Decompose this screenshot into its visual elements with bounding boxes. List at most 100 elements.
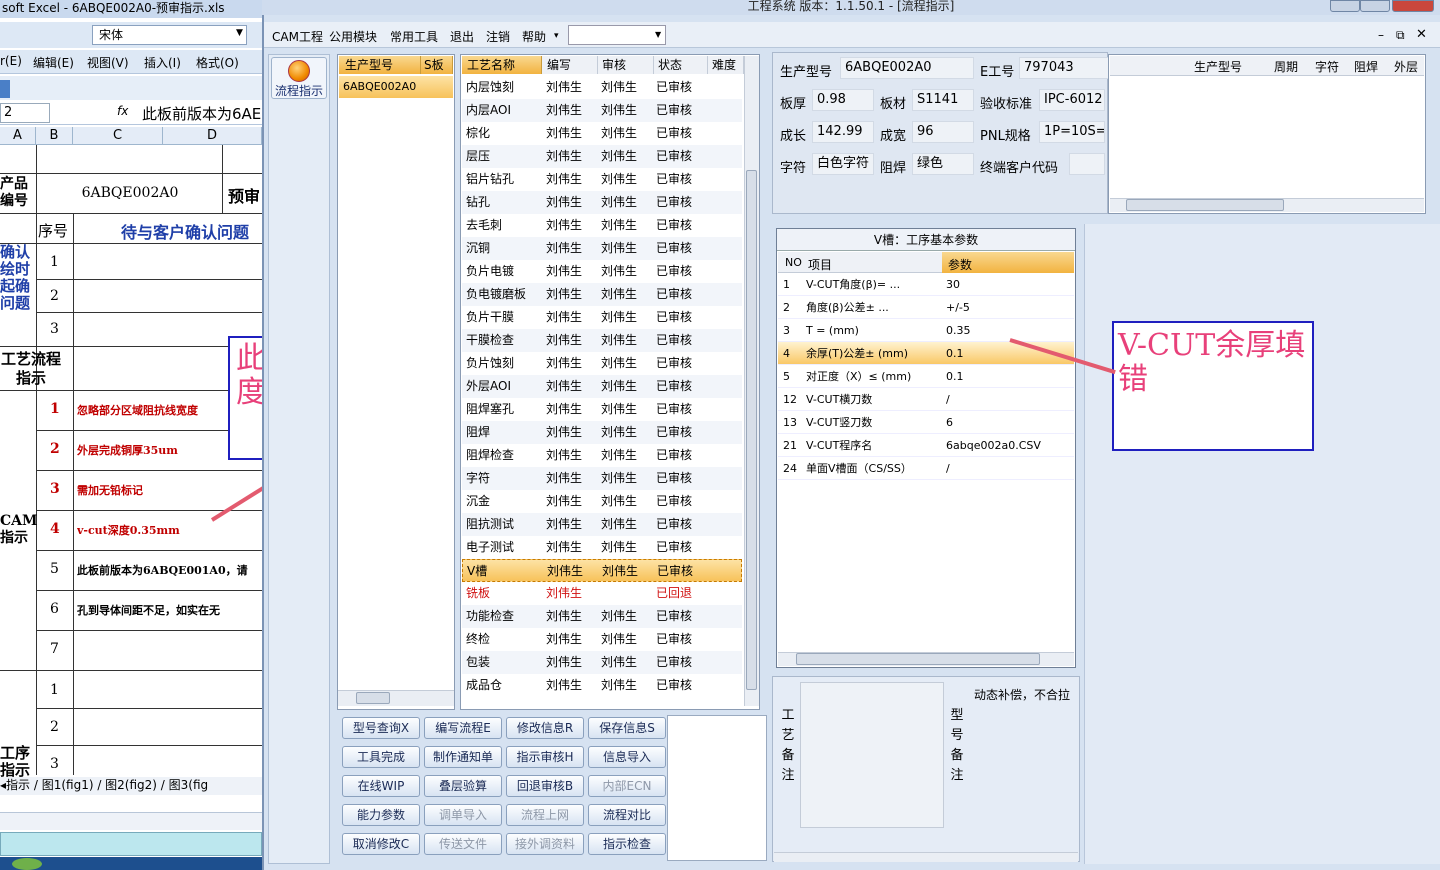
menu-tools[interactable]: 常用工具 (390, 28, 438, 45)
name-box[interactable]: 2 (0, 103, 50, 123)
chevron-down-icon[interactable]: ▾ (554, 31, 559, 41)
process-row[interactable]: 负片干膜 刘伟生 刘伟生 已审核 (462, 306, 742, 329)
history-col[interactable]: 外层 (1394, 58, 1418, 75)
action-button[interactable]: 指示检查 (588, 833, 666, 855)
column-header[interactable]: B (36, 127, 73, 145)
process-row[interactable]: 阻抗测试 刘伟生 刘伟生 已审核 (462, 513, 742, 536)
process-row[interactable]: 沉金 刘伟生 刘伟生 已审核 (462, 490, 742, 513)
param-header[interactable]: 项目 (808, 256, 832, 273)
menu-combo[interactable] (568, 25, 666, 45)
history-col[interactable]: 周期 (1274, 58, 1298, 75)
process-row[interactable]: 负片蚀刻 刘伟生 刘伟生 已审核 (462, 352, 742, 375)
process-row[interactable]: 内层蚀刻 刘伟生 刘伟生 已审核 (462, 76, 742, 99)
process-row[interactable]: 外层AOI 刘伟生 刘伟生 已审核 (462, 375, 742, 398)
scroll-thumb[interactable] (796, 653, 1040, 665)
wid-field[interactable]: 96 (912, 121, 974, 143)
scroll-thumb[interactable] (1126, 199, 1284, 211)
model-note-field[interactable]: 动态补偿，不合拉 (968, 680, 1078, 828)
scroll-thumb[interactable] (356, 692, 390, 704)
column-header[interactable]: A (0, 127, 36, 145)
process-row[interactable]: 负电镀磨板 刘伟生 刘伟生 已审核 (462, 283, 742, 306)
action-button[interactable]: 编写流程E (424, 717, 502, 739)
plist-header[interactable]: 生产型号 (339, 56, 421, 74)
plist-row[interactable]: 6ABQE002A0 (339, 76, 453, 98)
process-row[interactable]: V槽 刘伟生 刘伟生 已审核 (462, 559, 742, 582)
action-button[interactable]: 信息导入 (588, 746, 666, 768)
pgrid-header[interactable]: 工艺名称 (462, 56, 542, 74)
pgrid-header[interactable]: 难度 (708, 56, 744, 74)
cust-field[interactable] (1069, 153, 1105, 175)
thick-field[interactable]: 0.98 (812, 89, 874, 111)
param-row[interactable]: 2 角度(β)公差± ... +/-5 (778, 296, 1074, 319)
action-button[interactable]: 指示审核H (506, 746, 584, 768)
process-row[interactable]: 钻孔 刘伟生 刘伟生 已审核 (462, 191, 742, 214)
process-row[interactable]: 去毛刺 刘伟生 刘伟生 已审核 (462, 214, 742, 237)
process-row[interactable]: 负片电镀 刘伟生 刘伟生 已审核 (462, 260, 742, 283)
menu-common[interactable]: 公用模块 (329, 28, 377, 45)
param-row[interactable]: 1 V-CUT角度(β)= ... 30 (778, 273, 1074, 296)
process-row[interactable]: 终检 刘伟生 刘伟生 已审核 (462, 628, 742, 651)
param-row[interactable]: 3 T = (mm) 0.35 (778, 319, 1074, 342)
process-row[interactable]: 成品仓 刘伟生 刘伟生 已审核 (462, 674, 742, 697)
history-col[interactable]: 字符 (1315, 58, 1339, 75)
toolbar-icon[interactable] (0, 80, 10, 98)
fx-icon[interactable]: fx (117, 104, 128, 118)
menu-cam[interactable]: CAM工程 (272, 28, 323, 45)
history-col[interactable]: 阻焊 (1354, 58, 1378, 75)
scroll-thumb[interactable] (746, 170, 757, 690)
action-button[interactable]: 流程对比 (588, 804, 666, 826)
action-button[interactable]: 制作通知单 (424, 746, 502, 768)
history-col[interactable]: 生产型号 (1194, 58, 1242, 75)
param-row[interactable]: 5 对正度（X）≤ (mm) 0.1 (778, 365, 1074, 388)
process-row[interactable]: 干膜检查 刘伟生 刘伟生 已审核 (462, 329, 742, 352)
menu-exit[interactable]: 退出 (450, 28, 474, 45)
process-row[interactable]: 阻焊检查 刘伟生 刘伟生 已审核 (462, 444, 742, 467)
char-field[interactable]: 白色字符 (812, 153, 874, 175)
process-row[interactable]: 功能检查 刘伟生 刘伟生 已审核 (462, 605, 742, 628)
pgrid-header[interactable]: 编写 (542, 56, 598, 74)
action-button[interactable]: 型号查询X (342, 717, 420, 739)
process-row[interactable]: 棕化 刘伟生 刘伟生 已审核 (462, 122, 742, 145)
action-button[interactable]: 接外调资料 (506, 833, 584, 855)
action-button[interactable]: 保存信息S (588, 717, 666, 739)
proc-note-field[interactable] (800, 682, 944, 828)
action-button[interactable]: 回退审核B (506, 775, 584, 797)
action-button[interactable]: 调单导入 (424, 804, 502, 826)
start-icon[interactable] (12, 858, 42, 870)
action-button[interactable]: 取消修改C (342, 833, 420, 855)
param-row[interactable]: 21 V-CUT程序名 6abqe002a0.CSV (778, 434, 1074, 457)
child-restore-icon[interactable]: ⧉ (1396, 28, 1405, 43)
excel-menu-edit[interactable]: 编辑(E) (33, 54, 74, 71)
pgrid-header[interactable]: 状态 (654, 56, 708, 74)
action-button[interactable]: 叠层验算 (424, 775, 502, 797)
action-button[interactable]: 能力参数 (342, 804, 420, 826)
child-minimize-icon[interactable]: – (1378, 28, 1384, 42)
notes-hscroll[interactable] (774, 852, 1078, 862)
maximize-icon[interactable] (1360, 0, 1390, 12)
horizontal-scrollbar[interactable] (0, 812, 262, 830)
param-header[interactable]: NO (785, 256, 802, 269)
param-row[interactable]: 24 单面V槽面（CS/SS） / (778, 457, 1074, 480)
process-row[interactable]: 包装 刘伟生 刘伟生 已审核 (462, 651, 742, 674)
process-row[interactable]: 字符 刘伟生 刘伟生 已审核 (462, 467, 742, 490)
process-row[interactable]: 铝片钻孔 刘伟生 刘伟生 已审核 (462, 168, 742, 191)
chevron-down-icon[interactable]: ▼ (236, 28, 243, 38)
action-button[interactable]: 流程上网 (506, 804, 584, 826)
sheet-tabs[interactable]: ◂指示 / 图1(fig1) / 图2(fig2) / 图3(fig (0, 777, 262, 795)
process-row[interactable]: 内层AOI 刘伟生 刘伟生 已审核 (462, 99, 742, 122)
child-close-icon[interactable]: ✕ (1416, 27, 1427, 42)
minimize-icon[interactable] (1330, 0, 1360, 12)
action-button[interactable]: 传送文件 (424, 833, 502, 855)
process-row[interactable]: 阻焊塞孔 刘伟生 刘伟生 已审核 (462, 398, 742, 421)
action-button[interactable]: 在线WIP (342, 775, 420, 797)
plist-header[interactable]: S板 (421, 56, 453, 74)
close-icon[interactable] (1392, 0, 1434, 12)
process-row[interactable]: 沉铜 刘伟生 刘伟生 已审核 (462, 237, 742, 260)
pgrid-header[interactable]: 审核 (598, 56, 654, 74)
menu-help[interactable]: 帮助 (522, 28, 546, 45)
menu-logout[interactable]: 注销 (486, 28, 510, 45)
column-header[interactable]: C (73, 127, 163, 145)
mat-field[interactable]: S1141 (912, 89, 974, 111)
param-row[interactable]: 13 V-CUT竖刀数 6 (778, 411, 1074, 434)
model-field[interactable]: 6ABQE002A0 (840, 57, 974, 79)
